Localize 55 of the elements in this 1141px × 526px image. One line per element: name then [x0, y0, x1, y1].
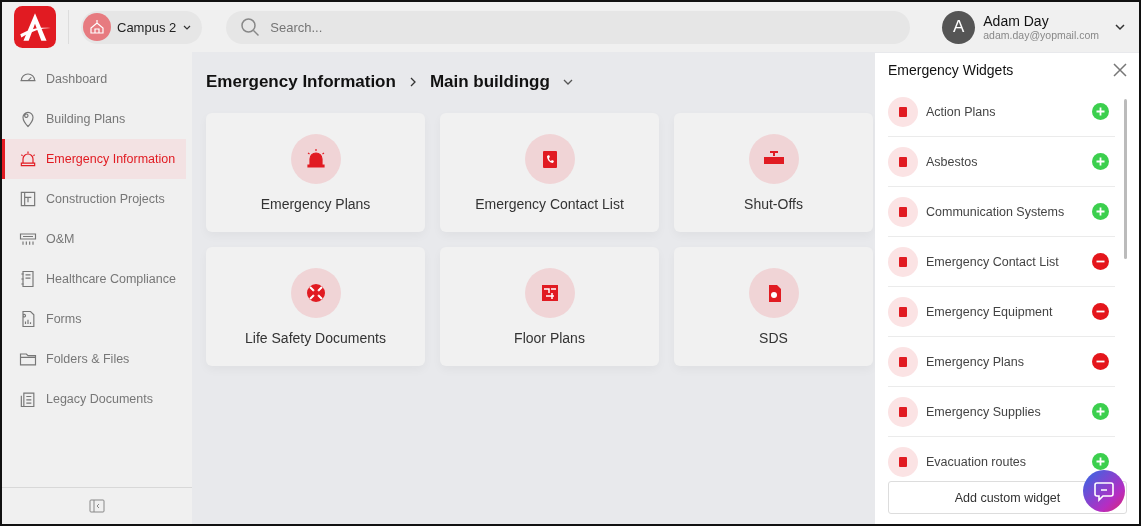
building-icon: [83, 13, 111, 41]
category-card[interactable]: Life Safety Documents: [206, 247, 425, 366]
category-card[interactable]: Shut-Offs: [674, 113, 873, 232]
sidebar-item[interactable]: Legacy Documents: [2, 379, 186, 419]
widget-name: Asbestos: [926, 154, 979, 169]
category-card[interactable]: Emergency Contact List: [440, 113, 659, 232]
search-field[interactable]: Search...: [226, 10, 911, 44]
category-icon: [290, 133, 341, 184]
category-icon: [524, 133, 575, 184]
search-icon: [240, 16, 261, 37]
category-icon: [524, 267, 575, 318]
user-avatar[interactable]: A: [942, 10, 976, 44]
logo-icon[interactable]: [14, 6, 56, 48]
chat-icon: [1093, 480, 1115, 502]
widget-name: Communication Systems: [926, 204, 1066, 219]
campus-selector[interactable]: Campus 2: [81, 10, 203, 44]
widget-name: Evacuation routes: [926, 454, 1028, 469]
widget-icon: [888, 346, 918, 377]
sidebar-item[interactable]: O&M: [2, 219, 186, 259]
remove-icon[interactable]: [1092, 253, 1109, 270]
category-card[interactable]: SDS: [674, 247, 873, 366]
sidebar-item[interactable]: Building Plans: [2, 99, 186, 139]
category-card[interactable]: Emergency Plans: [206, 113, 425, 232]
category-card[interactable]: Floor Plans: [440, 247, 659, 366]
close-icon[interactable]: [1113, 63, 1127, 77]
sidebar-item[interactable]: Dashboard: [2, 59, 186, 99]
blueprint-icon: [18, 189, 38, 209]
sidebar-item[interactable]: Healthcare Compliance: [2, 259, 186, 299]
alarm-icon: [18, 149, 38, 169]
building-selector[interactable]: Main buildingg: [429, 72, 550, 92]
widget-icon: [888, 146, 918, 177]
widget-icon: [888, 296, 918, 327]
sidebar-item[interactable]: Emergency Information: [2, 139, 186, 179]
widget-icon: [888, 96, 918, 127]
sidebar-item[interactable]: Folders & Files: [2, 339, 186, 379]
widget-icon: [888, 396, 918, 427]
widget-icon: [888, 446, 918, 477]
user-name: Adam Day: [983, 13, 1050, 29]
widget-name: Emergency Plans: [926, 354, 1025, 369]
widget-name: Emergency Supplies: [926, 404, 1042, 419]
user-email: adam.day@yopmail.com: [983, 29, 1099, 41]
sidebar-item[interactable]: Construction Projects: [2, 179, 186, 219]
remove-icon[interactable]: [1092, 303, 1109, 320]
breadcrumb-link[interactable]: Emergency Information: [206, 72, 396, 92]
remove-icon[interactable]: [1092, 353, 1109, 370]
widget-icon: [888, 196, 918, 227]
sidebar-item[interactable]: Forms: [2, 299, 186, 339]
widget-name: Emergency Contact List: [926, 254, 1060, 269]
widget-icon: [888, 246, 918, 277]
widget-name: Emergency Equipment: [926, 304, 1054, 319]
widget-name: Action Plans: [926, 104, 997, 119]
category-icon: [290, 267, 341, 318]
panel-title: Emergency Widgets: [888, 62, 1014, 78]
category-icon: [748, 133, 799, 184]
category-icon: [748, 267, 799, 318]
